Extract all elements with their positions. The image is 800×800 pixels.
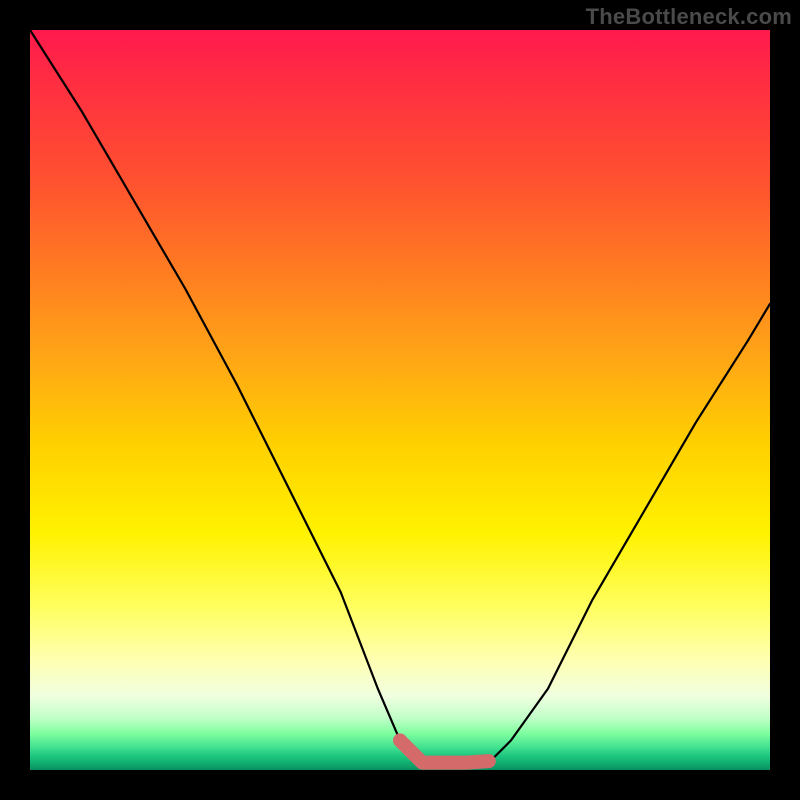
bottleneck-curve-path (30, 30, 770, 763)
optimal-segment-path (400, 740, 489, 762)
chart-frame: TheBottleneck.com (0, 0, 800, 800)
watermark-text: TheBottleneck.com (586, 4, 792, 30)
plot-area (30, 30, 770, 770)
plot-svg (30, 30, 770, 770)
